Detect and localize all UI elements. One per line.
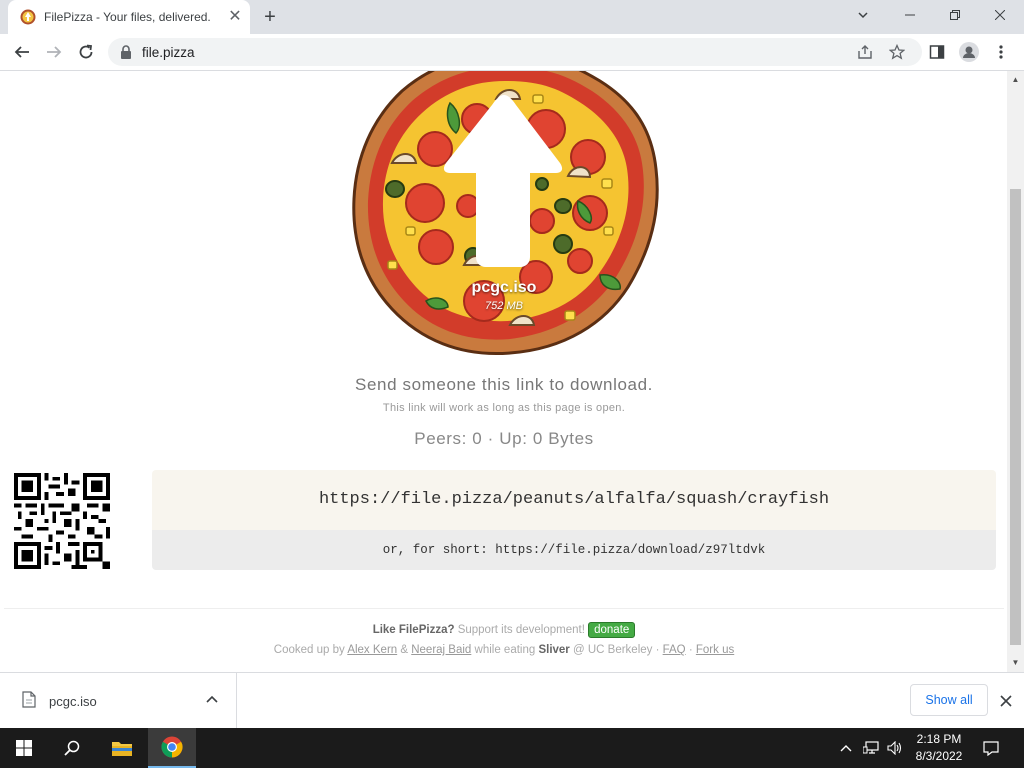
credits-amp: &	[397, 644, 412, 656]
scrollbar-thumb[interactable]	[1010, 189, 1021, 645]
notifications-button[interactable]	[978, 728, 1004, 768]
footer-divider	[4, 608, 1004, 609]
download-shelf: pcgc.iso Show all	[0, 672, 1024, 728]
lock-icon	[121, 45, 131, 59]
share-icon[interactable]	[856, 43, 874, 61]
search-button[interactable]	[48, 728, 96, 768]
back-arrow-icon	[14, 46, 29, 58]
browser-tab[interactable]: FilePizza - Your files, delivered. ✕	[8, 0, 250, 34]
file-size: 752 MB	[485, 300, 523, 312]
side-panel-icon[interactable]	[926, 41, 948, 63]
system-clock[interactable]: 2:18 PM 8/3/2022	[900, 731, 978, 765]
short-link-row: or, for short: https://file.pizza/downlo…	[152, 530, 996, 570]
tab-close-icon[interactable]: ✕	[226, 8, 244, 26]
tab-search-button[interactable]	[843, 2, 883, 28]
reload-button[interactable]	[74, 40, 98, 64]
tab-strip: FilePizza - Your files, delivered. ✕ +	[0, 0, 1024, 34]
network-button[interactable]	[860, 728, 882, 768]
forward-arrow-icon	[47, 46, 62, 58]
folder-icon	[112, 742, 132, 756]
chevron-up-icon[interactable]	[204, 691, 220, 707]
long-share-link[interactable]: https://file.pizza/peanuts/alfalfa/squas…	[152, 470, 996, 530]
reload-icon	[79, 44, 93, 59]
send-instruction: Send someone this link to download.	[355, 375, 653, 394]
close-icon[interactable]	[996, 691, 1016, 711]
faq-link[interactable]: FAQ	[663, 644, 686, 656]
page-scrollbar[interactable]: ▲ ▼	[1007, 71, 1024, 672]
bookmark-star-icon[interactable]	[888, 43, 906, 61]
window-close-button[interactable]	[980, 2, 1020, 28]
minimize-icon	[905, 14, 915, 16]
send-subtext: This link will work as long as this page…	[382, 402, 626, 414]
sliver-text: Sliver	[538, 644, 570, 656]
support-text: Support its development!	[454, 624, 589, 636]
download-file-name: pcgc.iso	[49, 694, 97, 709]
download-item[interactable]: pcgc.iso	[0, 673, 237, 728]
credits-at: @ UC Berkeley ·	[569, 644, 663, 656]
footer-credits-line: Cooked up by Alex Kern & Neeraj Baid whi…	[200, 644, 808, 656]
forward-button[interactable]	[42, 40, 66, 64]
start-button[interactable]	[0, 728, 48, 768]
chevron-down-icon	[858, 12, 868, 19]
scroll-down-arrow-icon[interactable]: ▼	[1011, 658, 1020, 667]
qr-code-image	[14, 473, 110, 569]
browser-toolbar: file.pizza	[0, 34, 1024, 71]
credits-eating: while eating	[471, 644, 539, 656]
notification-icon	[983, 740, 999, 756]
restore-icon	[950, 10, 960, 20]
clock-date: 8/3/2022	[915, 749, 963, 763]
show-all-button[interactable]: Show all	[910, 684, 988, 716]
menu-kebab-icon[interactable]	[990, 41, 1012, 63]
chevron-up-icon	[840, 745, 852, 752]
restore-button[interactable]	[935, 2, 975, 28]
chrome-icon	[161, 736, 183, 758]
scroll-up-arrow-icon[interactable]: ▲	[1011, 75, 1020, 84]
profile-avatar-icon[interactable]	[958, 41, 980, 63]
author-neeraj-baid-link[interactable]: Neeraj Baid	[411, 644, 471, 656]
new-tab-button[interactable]: +	[258, 6, 282, 30]
minimize-button[interactable]	[890, 2, 930, 28]
address-bar[interactable]: file.pizza	[108, 38, 922, 66]
peers-status: Peers: 0 · Up: 0 Bytes	[414, 429, 594, 448]
author-alex-kern-link[interactable]: Alex Kern	[347, 644, 397, 656]
file-icon	[22, 691, 36, 708]
fork-us-link[interactable]: Fork us	[696, 644, 734, 656]
network-icon	[863, 741, 879, 754]
search-icon	[64, 740, 80, 756]
tray-expand-button[interactable]	[836, 728, 856, 768]
footer-support-line: Like FilePizza? Support its development!…	[200, 622, 808, 638]
chrome-taskbar-button[interactable]	[148, 728, 196, 768]
donate-button[interactable]: donate	[588, 622, 636, 638]
url-text[interactable]: file.pizza	[142, 45, 195, 60]
page-viewport: pcgc.iso 752 MB Send someone this link t…	[0, 71, 1024, 672]
credits-dot: ·	[685, 644, 696, 656]
short-share-link[interactable]: https://file.pizza/download/z97ltdvk	[495, 543, 765, 557]
windows-logo-icon	[16, 740, 32, 756]
short-link-prefix: or, for short:	[382, 543, 496, 557]
clock-time: 2:18 PM	[916, 732, 962, 746]
filepizza-favicon-icon	[20, 9, 36, 25]
share-link-box: https://file.pizza/peanuts/alfalfa/squas…	[152, 470, 996, 570]
close-icon	[994, 9, 1006, 21]
pizza-upload-image[interactable]	[350, 71, 660, 356]
credits-text: Cooked up by	[273, 644, 348, 656]
back-button[interactable]	[10, 40, 34, 64]
windows-taskbar: 2:18 PM 8/3/2022	[0, 728, 1024, 768]
file-explorer-button[interactable]	[98, 728, 146, 768]
tab-title: FilePizza - Your files, delivered.	[44, 10, 211, 24]
like-filepizza-text: Like FilePizza?	[372, 624, 455, 636]
file-name: pcgc.iso	[471, 279, 537, 296]
